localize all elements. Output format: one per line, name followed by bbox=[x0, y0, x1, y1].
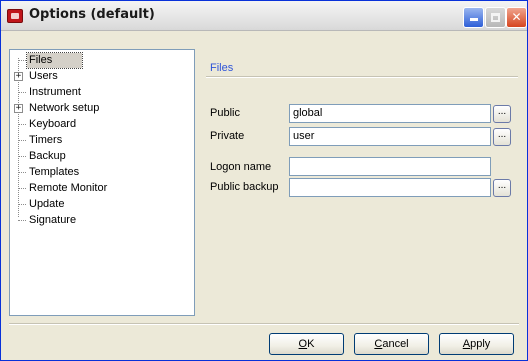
tree-branch bbox=[18, 188, 26, 189]
tree-branch bbox=[18, 220, 26, 221]
tree-branch bbox=[18, 92, 26, 93]
minimize-icon bbox=[469, 18, 478, 21]
tree-branch bbox=[18, 204, 26, 205]
ok-mnemonic: O bbox=[298, 338, 308, 350]
public-field[interactable]: global bbox=[289, 104, 491, 123]
maximize-button[interactable] bbox=[485, 7, 506, 28]
tree-branch bbox=[18, 60, 26, 61]
app-icon bbox=[7, 9, 23, 23]
tree-branch bbox=[18, 172, 26, 173]
tree-branch bbox=[18, 156, 26, 157]
minimize-button[interactable] bbox=[463, 7, 484, 28]
cancel-button[interactable]: Cancel bbox=[354, 333, 429, 355]
close-icon: ✕ bbox=[511, 10, 522, 24]
window-title: Options (default) bbox=[29, 7, 155, 22]
panel-title: Files bbox=[210, 62, 234, 74]
tree-guide-line bbox=[18, 58, 19, 217]
apply-mnemonic: A bbox=[462, 338, 471, 350]
tree-item-label: Timers bbox=[29, 134, 63, 146]
close-button[interactable]: ✕ bbox=[506, 7, 527, 28]
ok-button[interactable]: OK bbox=[269, 333, 344, 355]
tree-item-label: Update bbox=[29, 198, 65, 210]
tree-item-files[interactable]: Files bbox=[10, 52, 194, 69]
ok-label-rest: K bbox=[307, 338, 315, 350]
panel-divider bbox=[206, 76, 518, 78]
maximize-icon bbox=[491, 13, 500, 22]
tree-item-label: Templates bbox=[29, 166, 80, 178]
cancel-label-rest: ancel bbox=[382, 338, 409, 350]
apply-button[interactable]: Apply bbox=[439, 333, 514, 355]
tree-item-label: Instrument bbox=[29, 86, 81, 98]
tree-branch bbox=[18, 140, 26, 141]
logon-name-label: Logon name bbox=[210, 161, 272, 173]
tree-item-label: Remote Monitor bbox=[29, 182, 108, 194]
options-window: Options (default) ✕ Files + Users Instru… bbox=[0, 0, 528, 361]
title-bar[interactable]: Options (default) ✕ bbox=[1, 1, 527, 31]
tree-item-label: Users bbox=[29, 70, 58, 82]
public-backup-browse-button[interactable]: ... bbox=[493, 179, 511, 197]
expand-icon[interactable]: + bbox=[14, 72, 23, 81]
private-browse-button[interactable]: ... bbox=[493, 128, 511, 146]
footer-divider bbox=[9, 323, 519, 325]
tree-item-label: Keyboard bbox=[29, 118, 77, 130]
public-label: Public bbox=[210, 107, 240, 119]
tree-branch bbox=[18, 124, 26, 125]
options-tree[interactable]: Files + Users Instrument + Network setup… bbox=[9, 49, 195, 316]
logon-name-field[interactable] bbox=[289, 157, 491, 176]
private-label: Private bbox=[210, 130, 245, 142]
public-backup-field[interactable] bbox=[289, 178, 491, 197]
tree-item-label: Backup bbox=[29, 150, 66, 162]
tree-item-label: Network setup bbox=[29, 102, 100, 114]
tree-item-label: Files bbox=[25, 52, 84, 69]
apply-label-rest: pply bbox=[470, 338, 491, 350]
private-field[interactable]: user bbox=[289, 127, 491, 146]
tree-item-label: Signature bbox=[29, 214, 77, 226]
public-backup-label: Public backup bbox=[210, 181, 279, 193]
public-browse-button[interactable]: ... bbox=[493, 105, 511, 123]
expand-icon[interactable]: + bbox=[14, 104, 23, 113]
